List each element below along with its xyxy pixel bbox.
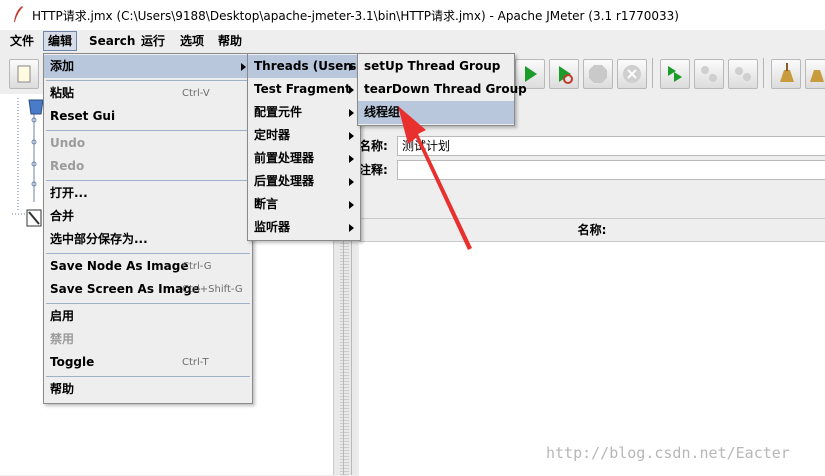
new-document-icon: [17, 65, 31, 83]
play-no-timer-icon: [559, 66, 573, 84]
menu-bar: 文件 编辑 Search 运行 选项 帮助: [0, 30, 825, 52]
menu-options[interactable]: 选项: [176, 32, 208, 50]
menu-item-test-fragment[interactable]: Test Fragment: [248, 78, 360, 101]
menu-item-teardown-thread-group[interactable]: tearDown Thread Group: [358, 78, 527, 101]
remote-shutdown-icon: [735, 67, 751, 81]
menu-item-listener[interactable]: 监听器: [248, 216, 360, 239]
menu-help[interactable]: 帮助: [214, 32, 246, 50]
menu-item-save-screen-image[interactable]: Save Screen As Image Ctrl+Shift-G: [44, 278, 252, 301]
jmeter-feather-icon: [14, 6, 23, 22]
menu-item-undo: Undo: [50, 136, 86, 150]
annotation-arrow: [398, 106, 472, 250]
menu-item-add[interactable]: 添加: [44, 55, 252, 78]
shutdown-icon: [623, 65, 641, 83]
menu-item-setup-thread-group[interactable]: setUp Thread Group: [358, 55, 514, 78]
edit-menu: 添加 粘贴 Ctrl-V Reset Gui Undo Redo 打开... 合并…: [43, 53, 253, 404]
stop-icon: [589, 65, 607, 83]
menu-item-redo: Redo: [50, 159, 85, 173]
remote-start-button[interactable]: [660, 59, 690, 89]
menu-item-merge[interactable]: 合并: [44, 205, 252, 228]
remote-shutdown-button[interactable]: [728, 59, 758, 89]
watermark: http://blog.csdn.net/Eacter: [546, 444, 790, 462]
clear-all-button[interactable]: [805, 59, 825, 89]
broom-icon: [780, 63, 794, 82]
menu-item-threads[interactable]: Threads (Users): [248, 55, 362, 78]
menu-item-toggle[interactable]: Toggle Ctrl-T: [44, 351, 252, 374]
menu-item-config-element[interactable]: 配置元件: [248, 101, 360, 124]
menu-edit[interactable]: 编辑: [43, 31, 78, 51]
add-submenu: Threads (Users) Test Fragment 配置元件 定时器 前…: [247, 53, 362, 241]
remote-stop-icon: [701, 66, 717, 82]
menu-item-enable[interactable]: 启用: [44, 305, 252, 328]
menu-search[interactable]: Search: [85, 32, 139, 50]
menu-run[interactable]: 运行: [137, 32, 169, 50]
remote-start-icon: [668, 66, 682, 82]
menu-item-assertion[interactable]: 断言: [248, 193, 360, 216]
new-button[interactable]: [9, 59, 39, 89]
menu-item-post-processor[interactable]: 后置处理器: [248, 170, 360, 193]
menu-item-save-selection[interactable]: 选中部分保存为...: [44, 228, 252, 251]
workbench-icon: [26, 209, 42, 227]
menu-item-pre-processor[interactable]: 前置处理器: [248, 147, 360, 170]
start-no-pause-button[interactable]: [549, 59, 579, 89]
menu-item-disable: 禁用: [50, 332, 75, 346]
menu-item-help[interactable]: 帮助: [44, 378, 252, 401]
menu-item-save-node-image[interactable]: Save Node As Image Ctrl-G: [44, 255, 252, 278]
menu-item-open[interactable]: 打开...: [44, 182, 252, 205]
menu-item-reset-gui[interactable]: Reset Gui: [44, 105, 252, 128]
menu-file[interactable]: 文件: [6, 32, 38, 50]
stop-button[interactable]: [583, 59, 613, 89]
remote-stop-button[interactable]: [694, 59, 724, 89]
window-title: HTTP请求.jmx (C:\Users\9188\Desktop\apache…: [32, 9, 679, 23]
broom-all-icon: [810, 70, 824, 82]
clear-button[interactable]: [771, 59, 801, 89]
menu-item-paste[interactable]: 粘贴 Ctrl-V: [44, 82, 252, 105]
title-bar: HTTP请求.jmx (C:\Users\9188\Desktop\apache…: [0, 0, 825, 30]
menu-item-timer[interactable]: 定时器: [248, 124, 360, 147]
shutdown-button[interactable]: [617, 59, 647, 89]
